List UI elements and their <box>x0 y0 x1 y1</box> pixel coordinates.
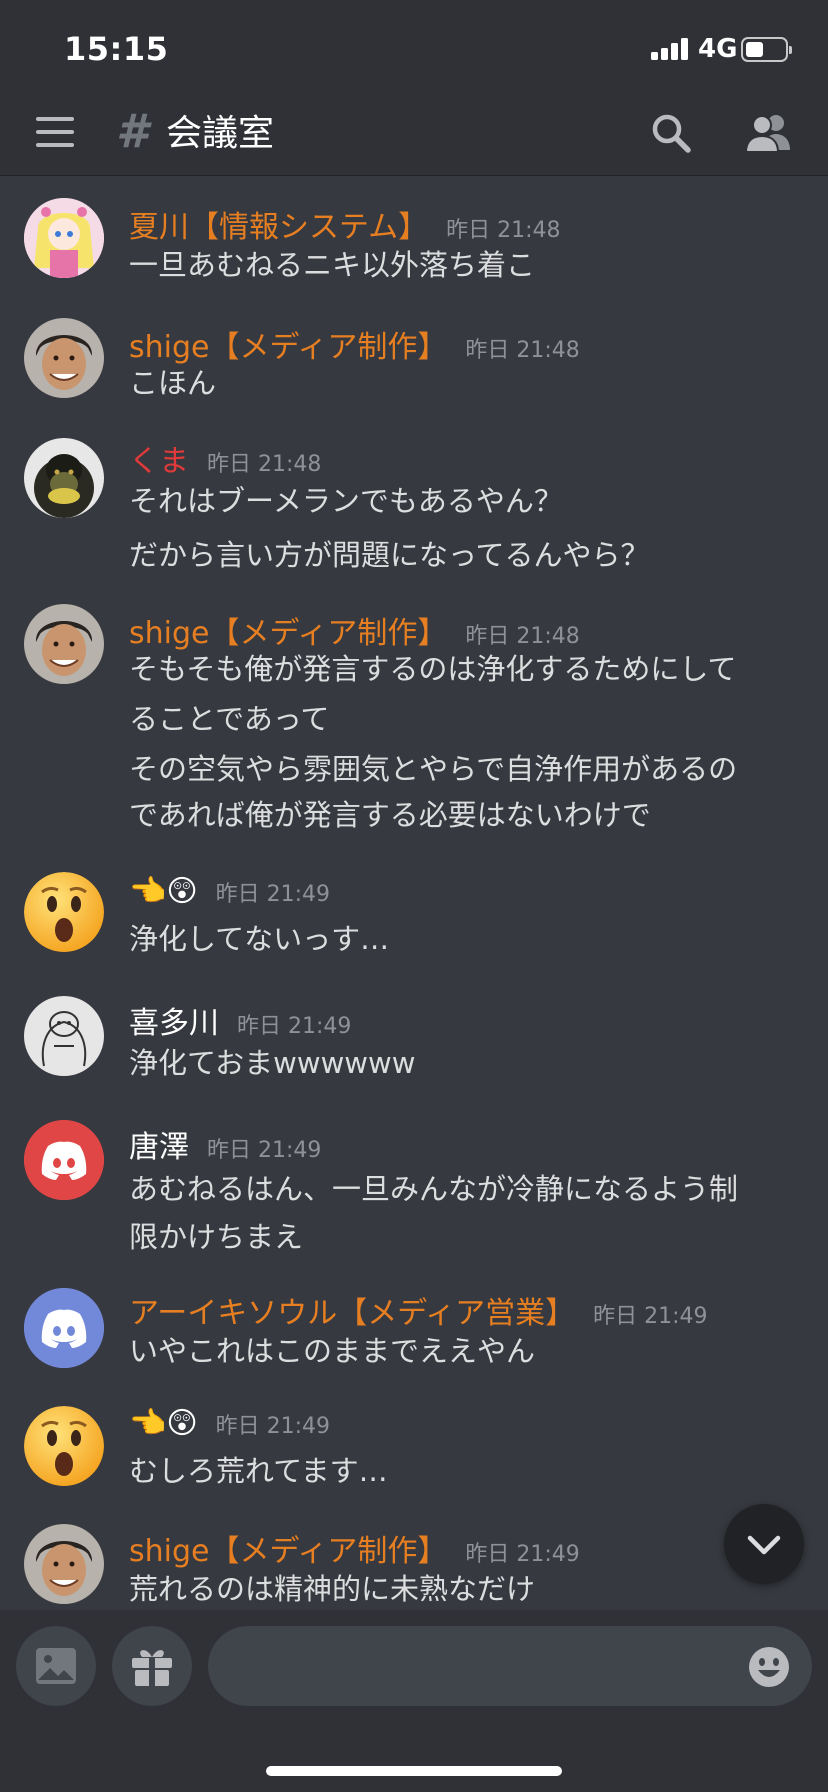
message-timestamp: 昨日 21:49 <box>593 1304 708 1329</box>
message-author[interactable]: 夏川【情報システム】 <box>129 210 428 245</box>
image-icon <box>36 1648 76 1684</box>
home-indicator[interactable] <box>266 1766 562 1776</box>
message-text: そもそも俺が発言するのは浄化するためにして <box>129 652 737 686</box>
chevron-down-icon <box>747 1535 781 1555</box>
message-text: 荒れるのは精神的に未熟なだけ <box>129 1572 536 1606</box>
message-text: それはブーメランでもあるやん？ <box>129 484 563 518</box>
message-author[interactable]: 👈😲 <box>129 1406 198 1441</box>
message-input[interactable] <box>208 1626 812 1706</box>
sketch-avatar[interactable] <box>24 996 104 1076</box>
message-text: であれば俺が発言する必要はないわけで <box>129 798 651 832</box>
message-text: こほん <box>129 366 217 400</box>
man-face-avatar[interactable] <box>24 604 104 684</box>
members-icon[interactable] <box>744 112 792 154</box>
upload-image-button[interactable] <box>16 1626 96 1706</box>
message-author[interactable]: アーイキソウル【メディア営業】 <box>129 1296 575 1331</box>
message-text: むしろ荒れてます… <box>129 1454 388 1488</box>
gift-button[interactable] <box>112 1626 192 1706</box>
message-text: 一旦あむねるニキ以外落ち着こ <box>129 248 536 282</box>
message-text: あむねるはん、一旦みんなが冷静になるよう制 <box>129 1172 739 1206</box>
jump-to-bottom-button[interactable] <box>724 1504 804 1584</box>
emoji-picker-icon[interactable] <box>748 1646 790 1688</box>
channel-header: # 会議室 <box>0 90 828 176</box>
search-icon[interactable] <box>650 112 692 154</box>
message-text: 浄化ておまwwwwww <box>129 1046 416 1080</box>
message-author[interactable]: 喜多川 <box>129 1006 219 1041</box>
message-list[interactable]: 夏川【情報システム】 昨日 21:48 一旦あむねるニキ以外落ち着こ shige【… <box>0 176 828 1610</box>
cellular-signal-icon <box>651 38 691 60</box>
message-text: だから言い方が問題になってるんやら？ <box>129 538 650 572</box>
message-timestamp: 昨日 21:49 <box>215 882 331 907</box>
message-author[interactable]: くま <box>129 444 189 479</box>
network-type: 4G <box>698 34 738 64</box>
channel-title: 会議室 <box>166 113 275 154</box>
surprised-emoji-avatar[interactable] <box>24 872 104 952</box>
message-timestamp: 昨日 21:49 <box>237 1014 352 1039</box>
message-text: 限かけちまえ <box>129 1220 304 1254</box>
status-bar: 15:15 4G <box>0 0 828 90</box>
man-face-avatar[interactable] <box>24 1524 104 1604</box>
message-text: その空気やら雰囲気とやらで自浄作用があるの <box>129 752 738 786</box>
anime-girl-avatar[interactable] <box>24 198 104 278</box>
gift-icon <box>132 1650 172 1686</box>
message-timestamp: 昨日 21:48 <box>465 338 580 363</box>
message-timestamp: 昨日 21:48 <box>207 452 322 477</box>
battery-icon <box>741 37 792 62</box>
message-timestamp: 昨日 21:49 <box>465 1542 580 1567</box>
gorilla-avatar[interactable] <box>24 438 104 518</box>
status-time: 15:15 <box>64 30 169 68</box>
surprised-emoji-avatar[interactable] <box>24 1406 104 1486</box>
discord-blurple-avatar[interactable] <box>24 1288 104 1368</box>
message-composer <box>0 1610 828 1792</box>
message-text: 浄化してないっす… <box>129 922 390 956</box>
message-timestamp: 昨日 21:49 <box>207 1138 322 1163</box>
message-author[interactable]: 唐澤 <box>129 1130 189 1165</box>
hashtag-icon: # <box>116 104 149 158</box>
message-author[interactable]: shige【メディア制作】 <box>129 1534 447 1569</box>
message-text: いやこれはこのままでええやん <box>129 1334 536 1368</box>
message-text: ることであって <box>129 702 330 736</box>
discord-red-avatar[interactable] <box>24 1120 104 1200</box>
message-timestamp: 昨日 21:49 <box>215 1414 331 1439</box>
man-face-avatar[interactable] <box>24 318 104 398</box>
message-author[interactable]: 👈😲 <box>129 874 198 909</box>
menu-icon[interactable] <box>36 117 74 147</box>
message-timestamp: 昨日 21:48 <box>446 218 561 243</box>
